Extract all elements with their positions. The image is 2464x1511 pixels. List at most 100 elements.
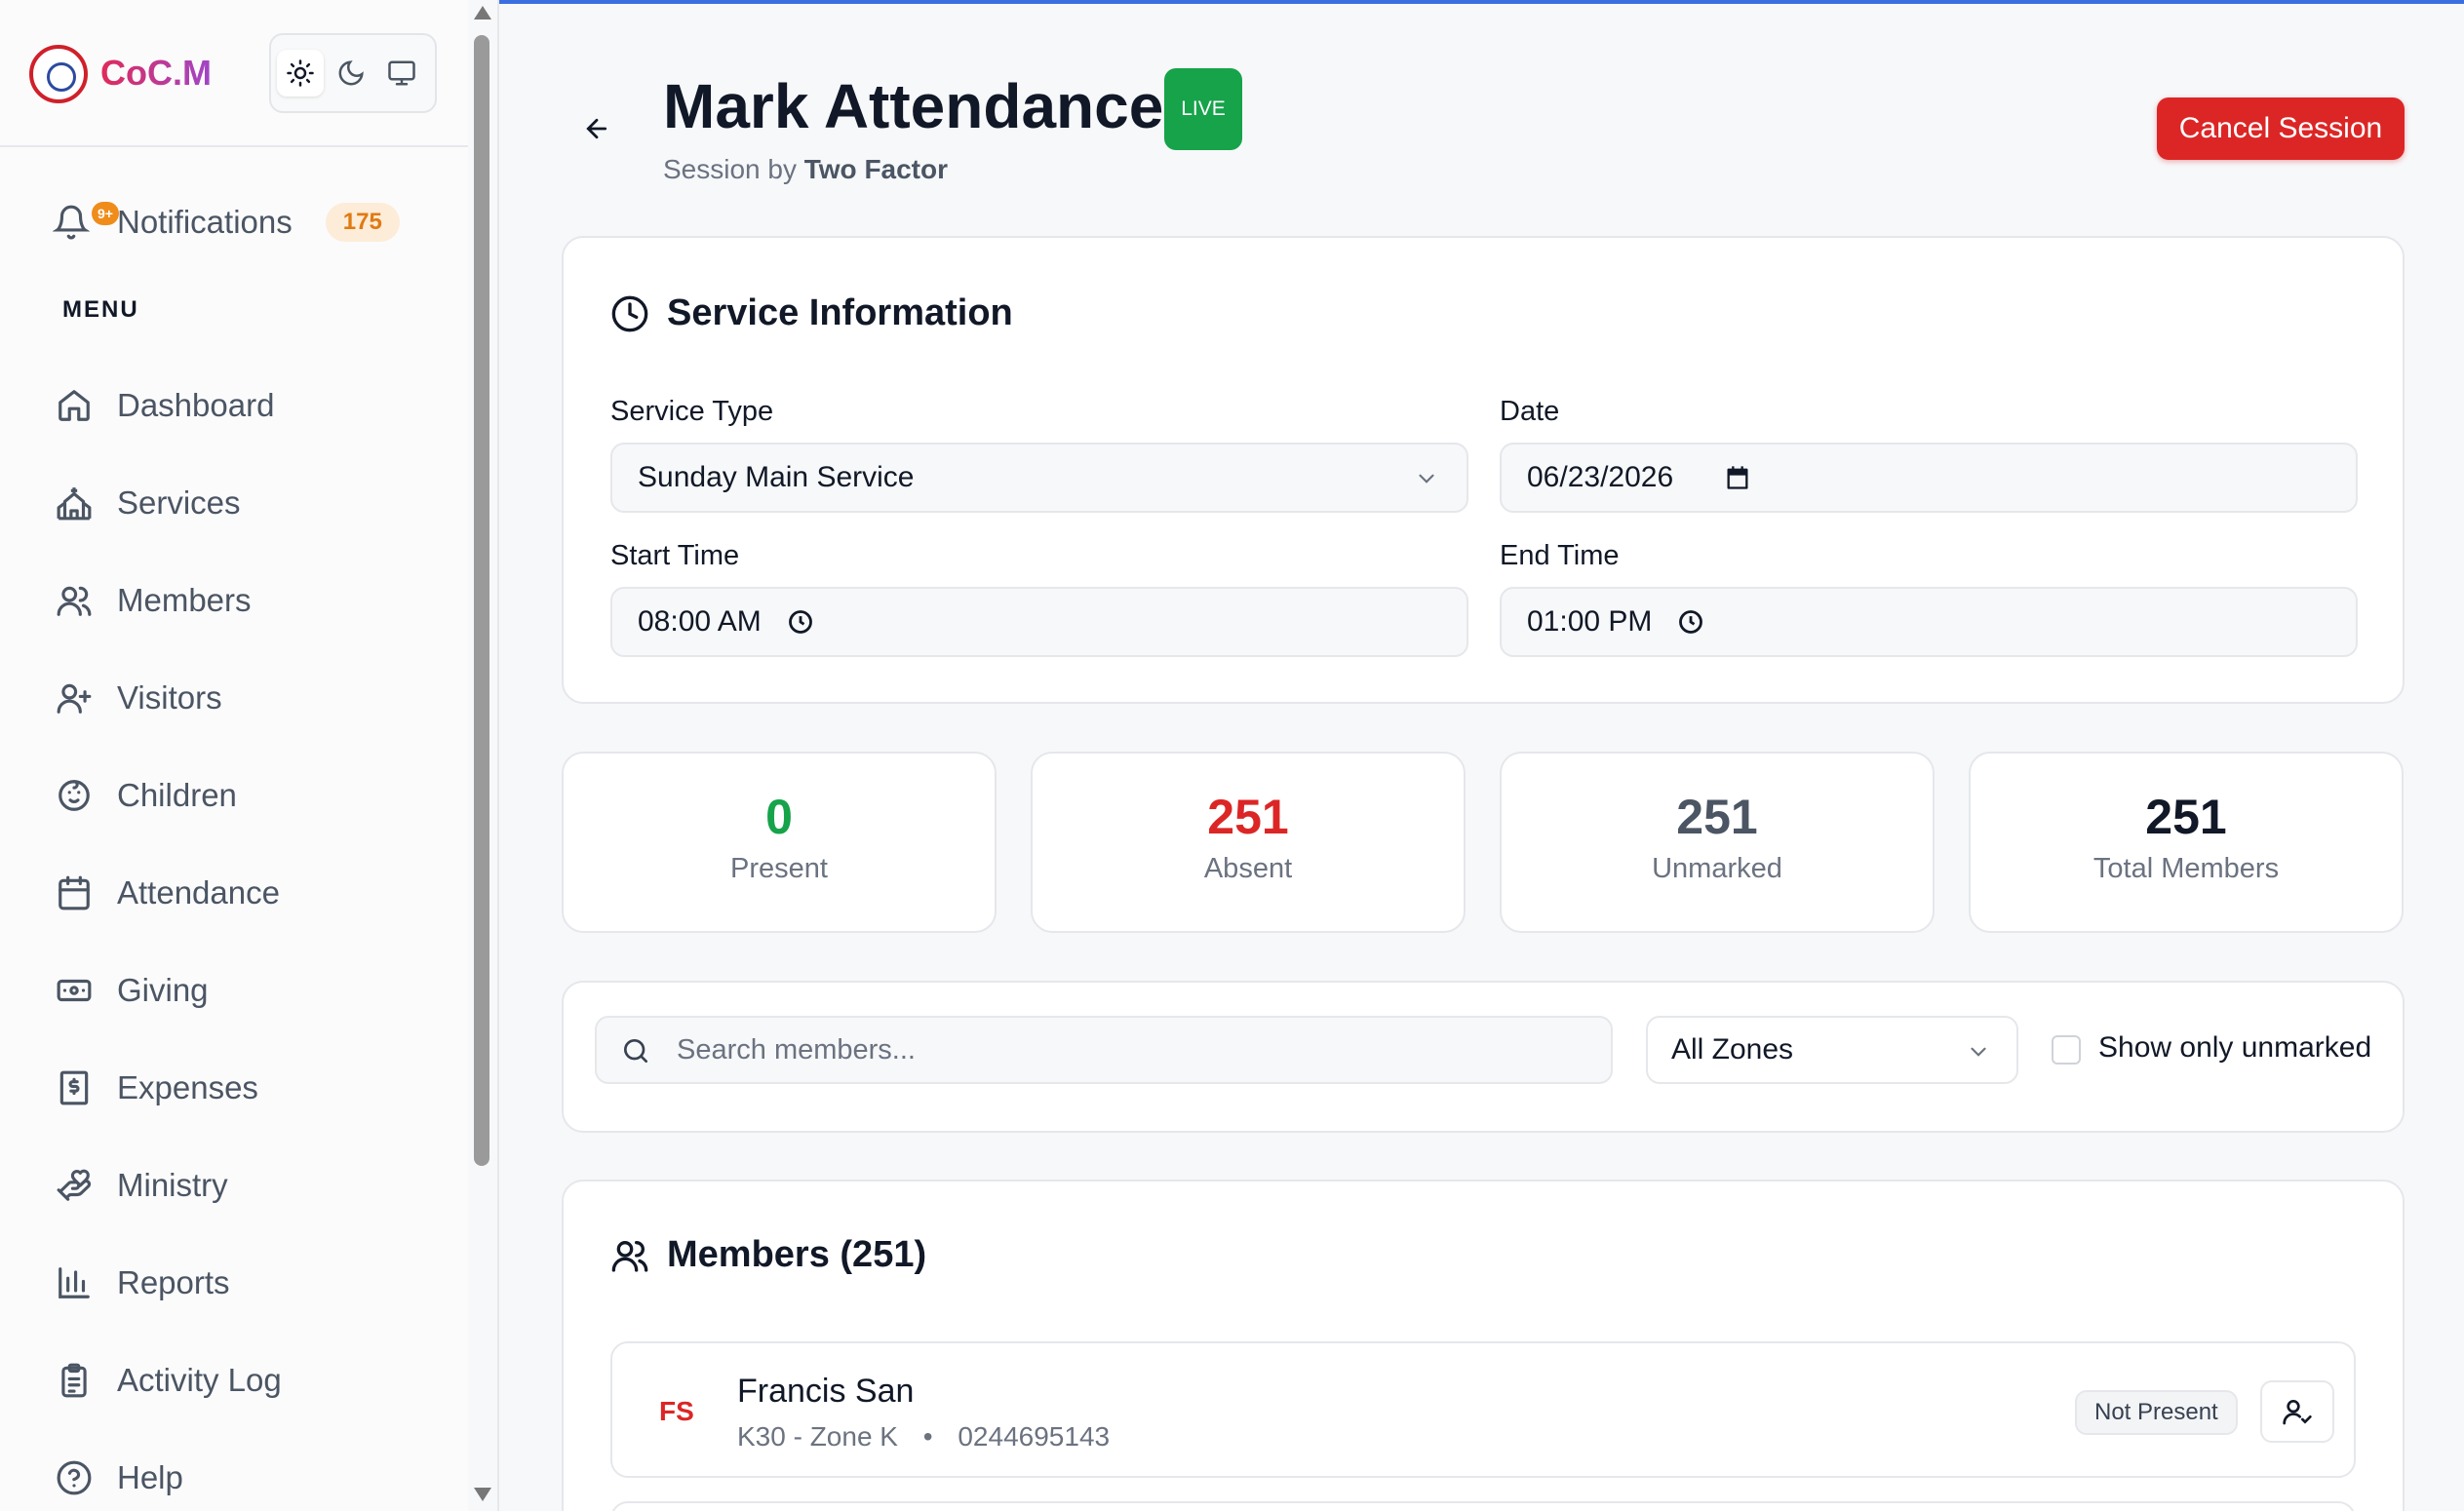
sidebar-scrollbar[interactable] (472, 6, 493, 1507)
sidebar-item-label: Expenses (117, 1069, 258, 1105)
calendar-icon (53, 872, 96, 914)
scrollbar-thumb[interactable] (474, 35, 489, 1166)
show-unmarked-label[interactable]: Show only unmarked (2098, 1031, 2371, 1065)
list-item[interactable]: FS Francis San K30 - Zone K • 0244695143… (610, 1341, 2356, 1478)
users-icon (611, 1240, 648, 1272)
sidebar-item-label: Attendance (117, 874, 280, 910)
menu-heading: MENU (62, 296, 139, 323)
church-logo[interactable] (29, 45, 88, 103)
notifications-link[interactable]: 9+ Notifications 175 (53, 195, 400, 250)
end-time-label: End Time (1500, 540, 1620, 571)
theme-toggle (269, 33, 437, 113)
clock-picker-icon[interactable] (1677, 608, 1704, 636)
sidebar-item-activity-log[interactable]: Activity Log (53, 1332, 282, 1429)
live-badge: LIVE (1164, 68, 1242, 150)
monitor-icon[interactable] (378, 50, 425, 97)
notifications-label: Notifications (117, 204, 293, 240)
moon-icon[interactable] (328, 50, 374, 97)
sidebar-item-label: Activity Log (117, 1362, 282, 1398)
sun-icon[interactable] (277, 50, 324, 97)
date-input[interactable]: 06/23/2026 (1500, 443, 2358, 513)
sidebar-item-reports[interactable]: Reports (53, 1234, 282, 1332)
date-value: 06/23/2026 (1527, 461, 1674, 493)
sidebar-item-attendance[interactable]: Attendance (53, 844, 282, 942)
sidebar-item-expenses[interactable]: Expenses (53, 1039, 282, 1137)
sidebar-item-label: Children (117, 777, 237, 813)
stat-total-members: 251 Total Members (1969, 752, 2404, 933)
members-title: Members (251) (610, 1234, 926, 1276)
baby-icon (53, 774, 96, 817)
brand-name[interactable]: CoC.M (100, 53, 212, 94)
session-subtitle: Session by Two Factor (663, 154, 948, 185)
sidebar-item-label: Ministry (117, 1167, 228, 1203)
church-icon (53, 482, 96, 524)
service-information-title: Service Information (610, 292, 1013, 334)
sidebar-item-label: Dashboard (117, 387, 275, 423)
member-meta: K30 - Zone K • 0244695143 (737, 1421, 1110, 1453)
receipt-icon (53, 1066, 96, 1109)
sidebar-divider (497, 0, 499, 1511)
sidebar-nav: Dashboard Services Members Visitors Chil… (53, 357, 282, 1511)
help-circle-icon (53, 1456, 96, 1499)
stat-label: Absent (1203, 853, 1293, 884)
start-time-input[interactable]: 08:00 AM (610, 587, 1468, 657)
sidebar-item-label: Giving (117, 972, 209, 1008)
sidebar-header: CoC.M (0, 0, 468, 147)
cancel-session-button[interactable]: Cancel Session (2157, 97, 2405, 160)
member-phone: 0244695143 (958, 1421, 1111, 1452)
start-time-label: Start Time (610, 540, 740, 571)
date-label: Date (1500, 396, 1560, 427)
stat-unmarked: 251 Unmarked (1500, 752, 1935, 933)
bell-icon: 9+ (53, 200, 119, 245)
service-type-select[interactable]: Sunday Main Service (610, 443, 1468, 513)
zone-select-value: All Zones (1671, 1033, 1794, 1065)
search-icon (624, 1039, 647, 1063)
hand-heart-icon (53, 1164, 96, 1207)
sidebar-item-label: Reports (117, 1264, 230, 1300)
start-time-value: 08:00 AM (638, 605, 762, 638)
notifications-count: 175 (325, 203, 400, 242)
calendar-picker-icon[interactable] (1724, 464, 1751, 491)
sidebar-item-label: Services (117, 484, 241, 521)
notification-dot-badge: 9+ (92, 202, 119, 225)
member-name: Francis San (737, 1373, 915, 1410)
mark-present-button[interactable] (2260, 1380, 2334, 1443)
clock-icon (611, 295, 648, 331)
separator-dot: • (922, 1421, 933, 1452)
show-unmarked-checkbox[interactable] (2052, 1035, 2081, 1065)
page-title: Mark Attendance (663, 71, 1164, 141)
end-time-value: 01:00 PM (1527, 605, 1653, 638)
service-information-heading: Service Information (667, 292, 1013, 333)
sidebar-item-services[interactable]: Services (53, 454, 282, 552)
sidebar-item-dashboard[interactable]: Dashboard (53, 357, 282, 454)
sidebar-item-help[interactable]: Help (53, 1429, 282, 1511)
arrow-left-icon (586, 118, 607, 139)
member-zone: K30 - Zone K (737, 1421, 898, 1452)
end-time-input[interactable]: 01:00 PM (1500, 587, 2358, 657)
list-item[interactable] (610, 1501, 2356, 1511)
sidebar-item-giving[interactable]: Giving (53, 942, 282, 1039)
user-check-icon (2283, 1400, 2312, 1425)
clipboard-icon (53, 1359, 96, 1402)
stat-value: 251 (1207, 790, 1289, 844)
search-input[interactable]: Search members... (595, 1016, 1613, 1084)
sidebar-item-visitors[interactable]: Visitors (53, 649, 282, 747)
members-heading: Members (251) (667, 1234, 927, 1275)
back-button[interactable] (575, 107, 618, 150)
subtitle-prefix: Session by (663, 154, 797, 184)
zone-select[interactable]: All Zones (1646, 1016, 2018, 1084)
sidebar-item-members[interactable]: Members (53, 552, 282, 649)
chevron-down-icon (1419, 474, 1434, 484)
session-owner: Two Factor (803, 154, 949, 184)
search-placeholder: Search members... (677, 1033, 916, 1065)
scroll-up-arrow-icon[interactable] (474, 6, 491, 19)
stat-label: Present (730, 853, 828, 884)
clock-picker-icon[interactable] (787, 608, 814, 636)
stat-absent: 251 Absent (1031, 752, 1466, 933)
bar-chart-icon (53, 1261, 96, 1304)
sidebar-item-label: Visitors (117, 679, 222, 716)
sidebar-item-ministry[interactable]: Ministry (53, 1137, 282, 1234)
sidebar-item-label: Members (117, 582, 252, 618)
scroll-down-arrow-icon[interactable] (474, 1488, 491, 1501)
sidebar-item-children[interactable]: Children (53, 747, 282, 844)
